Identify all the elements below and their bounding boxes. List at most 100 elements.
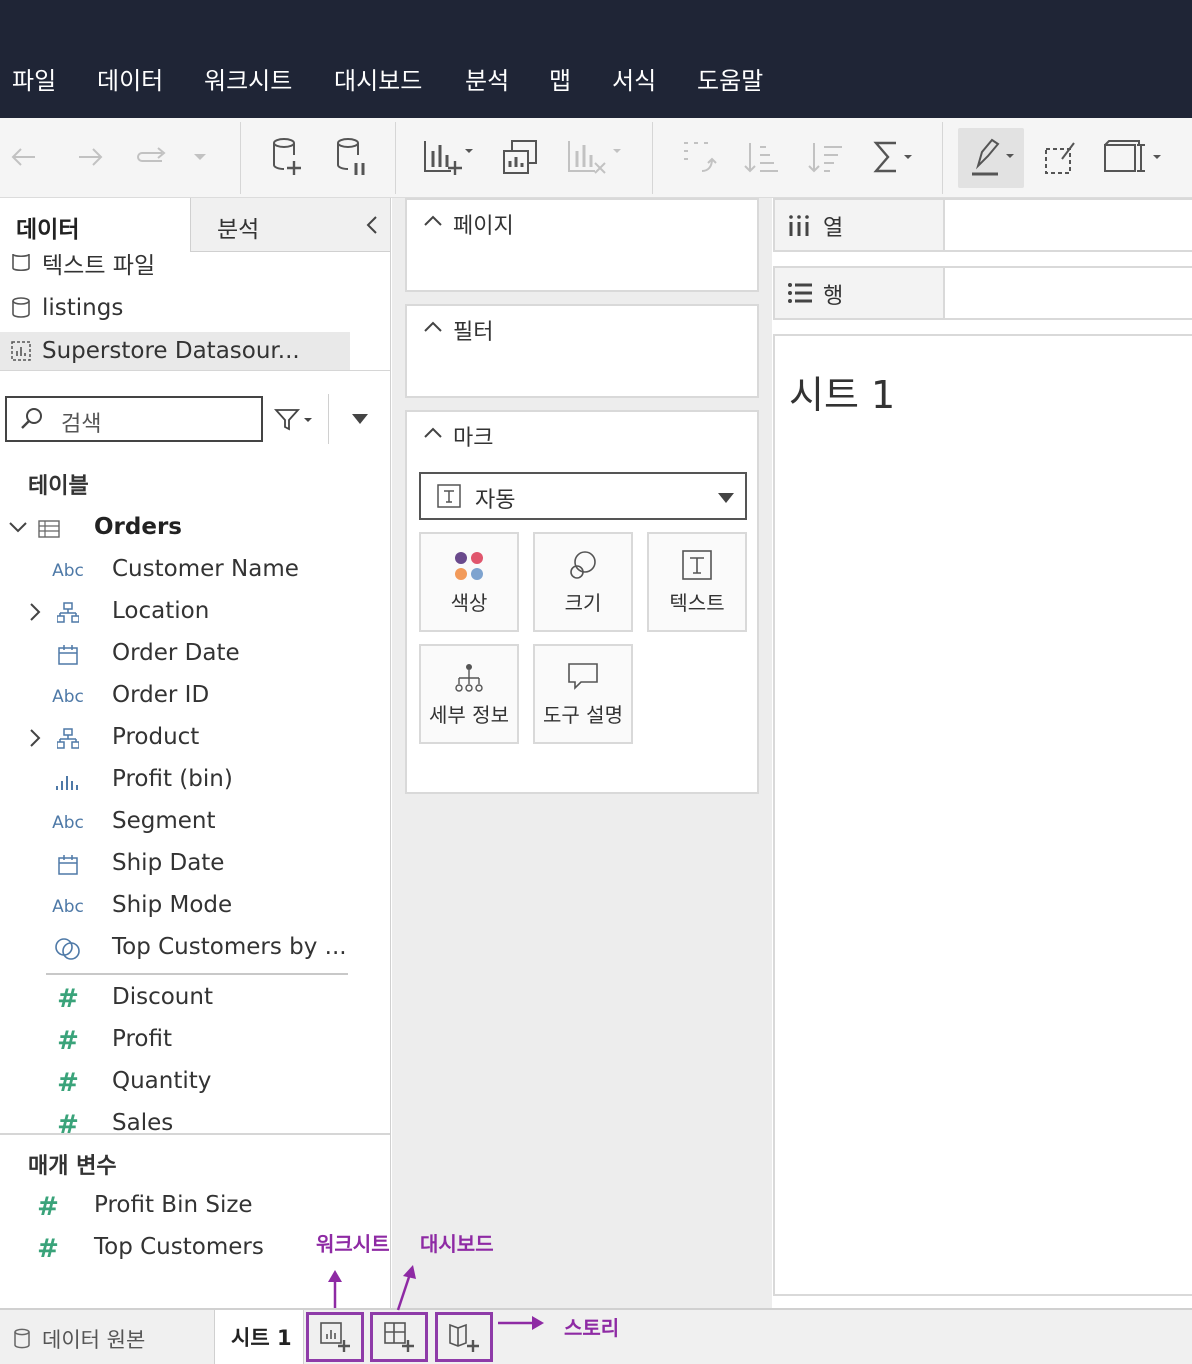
- datasource-item-listings[interactable]: listings: [0, 289, 350, 327]
- text-button[interactable]: 텍스트: [647, 532, 747, 632]
- rows-shelf[interactable]: 행: [773, 266, 1192, 320]
- tooltip-icon: [535, 662, 631, 692]
- color-button[interactable]: 색상: [419, 532, 519, 632]
- filters-card[interactable]: 필터: [405, 304, 759, 398]
- datasource-item-textfile[interactable]: 텍스트 파일: [0, 244, 350, 282]
- mark-type-dropdown[interactable]: 자동: [419, 472, 747, 520]
- field-label: Order ID: [112, 682, 210, 708]
- parameter-label: Profit Bin Size: [94, 1192, 253, 1218]
- field-item[interactable]: Top Customers by ...: [0, 928, 390, 970]
- search-placeholder: 검색: [61, 412, 102, 437]
- new-worksheet-icon: [320, 1322, 350, 1352]
- field-label: Ship Date: [112, 850, 225, 876]
- field-item[interactable]: Abc Ship Mode: [0, 886, 390, 928]
- table-orders[interactable]: Orders: [0, 508, 390, 550]
- calendar-icon: [48, 850, 88, 880]
- sort-ascending-icon[interactable]: [740, 132, 784, 182]
- redo-icon[interactable]: [70, 132, 110, 182]
- detail-label: 세부 정보: [429, 703, 509, 727]
- string-type-icon: Abc: [52, 813, 84, 833]
- sort-descending-icon[interactable]: [804, 132, 848, 182]
- hierarchy-icon: [48, 598, 88, 628]
- replay-icon[interactable]: [130, 132, 174, 182]
- new-worksheet-button[interactable]: [306, 1312, 364, 1362]
- tooltip-button[interactable]: 도구 설명: [533, 644, 633, 744]
- field-item[interactable]: Location: [0, 592, 390, 634]
- measure-item[interactable]: # Profit: [0, 1020, 390, 1062]
- extract-datasource-icon: [0, 339, 42, 363]
- chevron-down-icon[interactable]: [350, 412, 370, 426]
- menu-dashboard[interactable]: 대시보드: [334, 64, 422, 98]
- new-datasource-icon[interactable]: [264, 132, 308, 182]
- chevron-down-icon[interactable]: [188, 132, 212, 182]
- filter-icon[interactable]: [274, 408, 314, 432]
- size-button[interactable]: 크기: [533, 532, 633, 632]
- chevron-up-icon[interactable]: [423, 426, 443, 440]
- color-icon: [421, 550, 517, 582]
- menu-analysis[interactable]: 분석: [465, 64, 509, 98]
- fit-icon[interactable]: [1100, 132, 1164, 182]
- totals-icon[interactable]: [868, 132, 918, 182]
- highlight-icon[interactable]: [958, 128, 1024, 188]
- pause-datasource-icon[interactable]: [328, 132, 372, 182]
- bins-icon: [48, 766, 88, 796]
- collapse-pane-icon[interactable]: [365, 214, 379, 236]
- datasource-tab-label: 데이터 원본: [42, 1328, 146, 1352]
- chevron-right-icon[interactable]: [28, 728, 42, 748]
- columns-shelf[interactable]: 열: [773, 198, 1192, 252]
- chevron-down-icon[interactable]: [8, 520, 28, 534]
- measure-item[interactable]: # Quantity: [0, 1062, 390, 1104]
- menu-file[interactable]: 파일: [12, 64, 56, 98]
- new-dashboard-button[interactable]: [370, 1312, 428, 1362]
- field-item[interactable]: Abc Order ID: [0, 676, 390, 718]
- new-worksheet-icon[interactable]: [420, 132, 476, 182]
- detail-button[interactable]: 세부 정보: [419, 644, 519, 744]
- pages-title: 페이지: [453, 214, 514, 239]
- parameter-label: Top Customers: [94, 1234, 264, 1260]
- measure-item[interactable]: # Discount: [0, 978, 390, 1020]
- text-icon: [649, 550, 745, 580]
- menu-data[interactable]: 데이터: [97, 64, 163, 98]
- field-item[interactable]: Ship Date: [0, 844, 390, 886]
- field-item[interactable]: Order Date: [0, 634, 390, 676]
- swap-rows-columns-icon[interactable]: [676, 132, 720, 182]
- tab-sheet-1[interactable]: 시트 1: [214, 1310, 304, 1364]
- menu-map[interactable]: 맵: [549, 64, 571, 98]
- new-story-icon: [449, 1323, 479, 1352]
- field-item[interactable]: Profit (bin): [0, 760, 390, 802]
- string-type-icon: Abc: [52, 687, 84, 707]
- datasource-label: Superstore Datasour...: [42, 338, 300, 364]
- pages-card[interactable]: 페이지: [405, 198, 759, 292]
- chevron-up-icon[interactable]: [423, 214, 443, 228]
- sheet-title[interactable]: 시트 1: [789, 364, 895, 419]
- chevron-up-icon[interactable]: [423, 320, 443, 334]
- table-name: Orders: [94, 514, 182, 540]
- parameter-item[interactable]: # Profit Bin Size: [0, 1186, 390, 1228]
- color-label: 색상: [450, 591, 488, 615]
- marks-title: 마크: [453, 426, 494, 451]
- parameters-heading: 매개 변수: [28, 1154, 117, 1179]
- annotate-icon[interactable]: [1038, 132, 1082, 182]
- tooltip-label: 도구 설명: [543, 703, 623, 727]
- field-label: Product: [112, 724, 200, 750]
- datasource-item-superstore[interactable]: Superstore Datasour...: [0, 332, 350, 370]
- duplicate-sheet-icon[interactable]: [498, 132, 542, 182]
- toolbar: [0, 118, 1192, 198]
- field-item[interactable]: Product: [0, 718, 390, 760]
- columns-drop-area[interactable]: [945, 200, 1192, 250]
- field-item[interactable]: Abc Customer Name: [0, 550, 390, 592]
- measure-item[interactable]: # Sales: [0, 1104, 390, 1146]
- undo-icon[interactable]: [4, 132, 44, 182]
- clear-sheet-icon[interactable]: [564, 132, 624, 182]
- menu-worksheet[interactable]: 워크시트: [204, 64, 292, 98]
- chevron-right-icon[interactable]: [28, 602, 42, 622]
- field-item[interactable]: Abc Segment: [0, 802, 390, 844]
- new-story-button[interactable]: [435, 1312, 493, 1362]
- detail-icon: [421, 662, 517, 694]
- menu-help[interactable]: 도움말: [697, 64, 763, 98]
- view-canvas[interactable]: 시트 1: [773, 334, 1192, 1296]
- text-label: 텍스트: [669, 591, 725, 615]
- search-input[interactable]: 검색: [5, 396, 263, 442]
- menu-format[interactable]: 서식: [612, 64, 656, 98]
- rows-drop-area[interactable]: [945, 268, 1192, 318]
